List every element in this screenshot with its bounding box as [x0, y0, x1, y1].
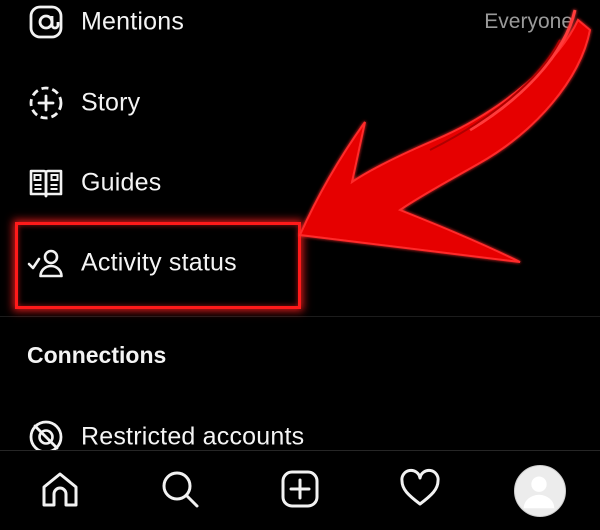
section-divider [0, 316, 600, 317]
settings-item-label: Guides [81, 168, 162, 197]
create-button[interactable] [276, 465, 324, 513]
search-button[interactable] [156, 465, 204, 513]
bottom-navigation-bar [0, 450, 600, 530]
create-icon [281, 470, 319, 508]
profile-button[interactable] [514, 465, 566, 517]
home-button[interactable] [36, 465, 84, 513]
search-icon [162, 471, 199, 508]
section-heading-connections: Connections [27, 342, 167, 368]
home-icon [42, 472, 78, 507]
default-avatar-icon [523, 476, 555, 509]
story-add-icon [26, 83, 66, 123]
settings-item-label: Mentions [81, 7, 185, 36]
guides-book-icon [26, 163, 66, 203]
heart-icon [400, 468, 440, 506]
settings-item-label: Story [81, 88, 141, 117]
settings-item-label: Restricted accounts [81, 422, 305, 451]
avatar [514, 465, 566, 517]
settings-item-guides[interactable]: Guides [0, 143, 600, 223]
activity-button[interactable] [396, 465, 444, 513]
settings-item-mentions[interactable]: Mentions Everyone [0, 0, 600, 62]
settings-item-story[interactable]: Story [0, 63, 600, 143]
at-sign-icon [26, 2, 66, 42]
settings-item-label: Activity status [81, 248, 237, 277]
activity-status-icon [26, 243, 66, 283]
mentions-value: Everyone [484, 10, 573, 33]
settings-item-activity-status[interactable]: Activity status [0, 223, 600, 303]
